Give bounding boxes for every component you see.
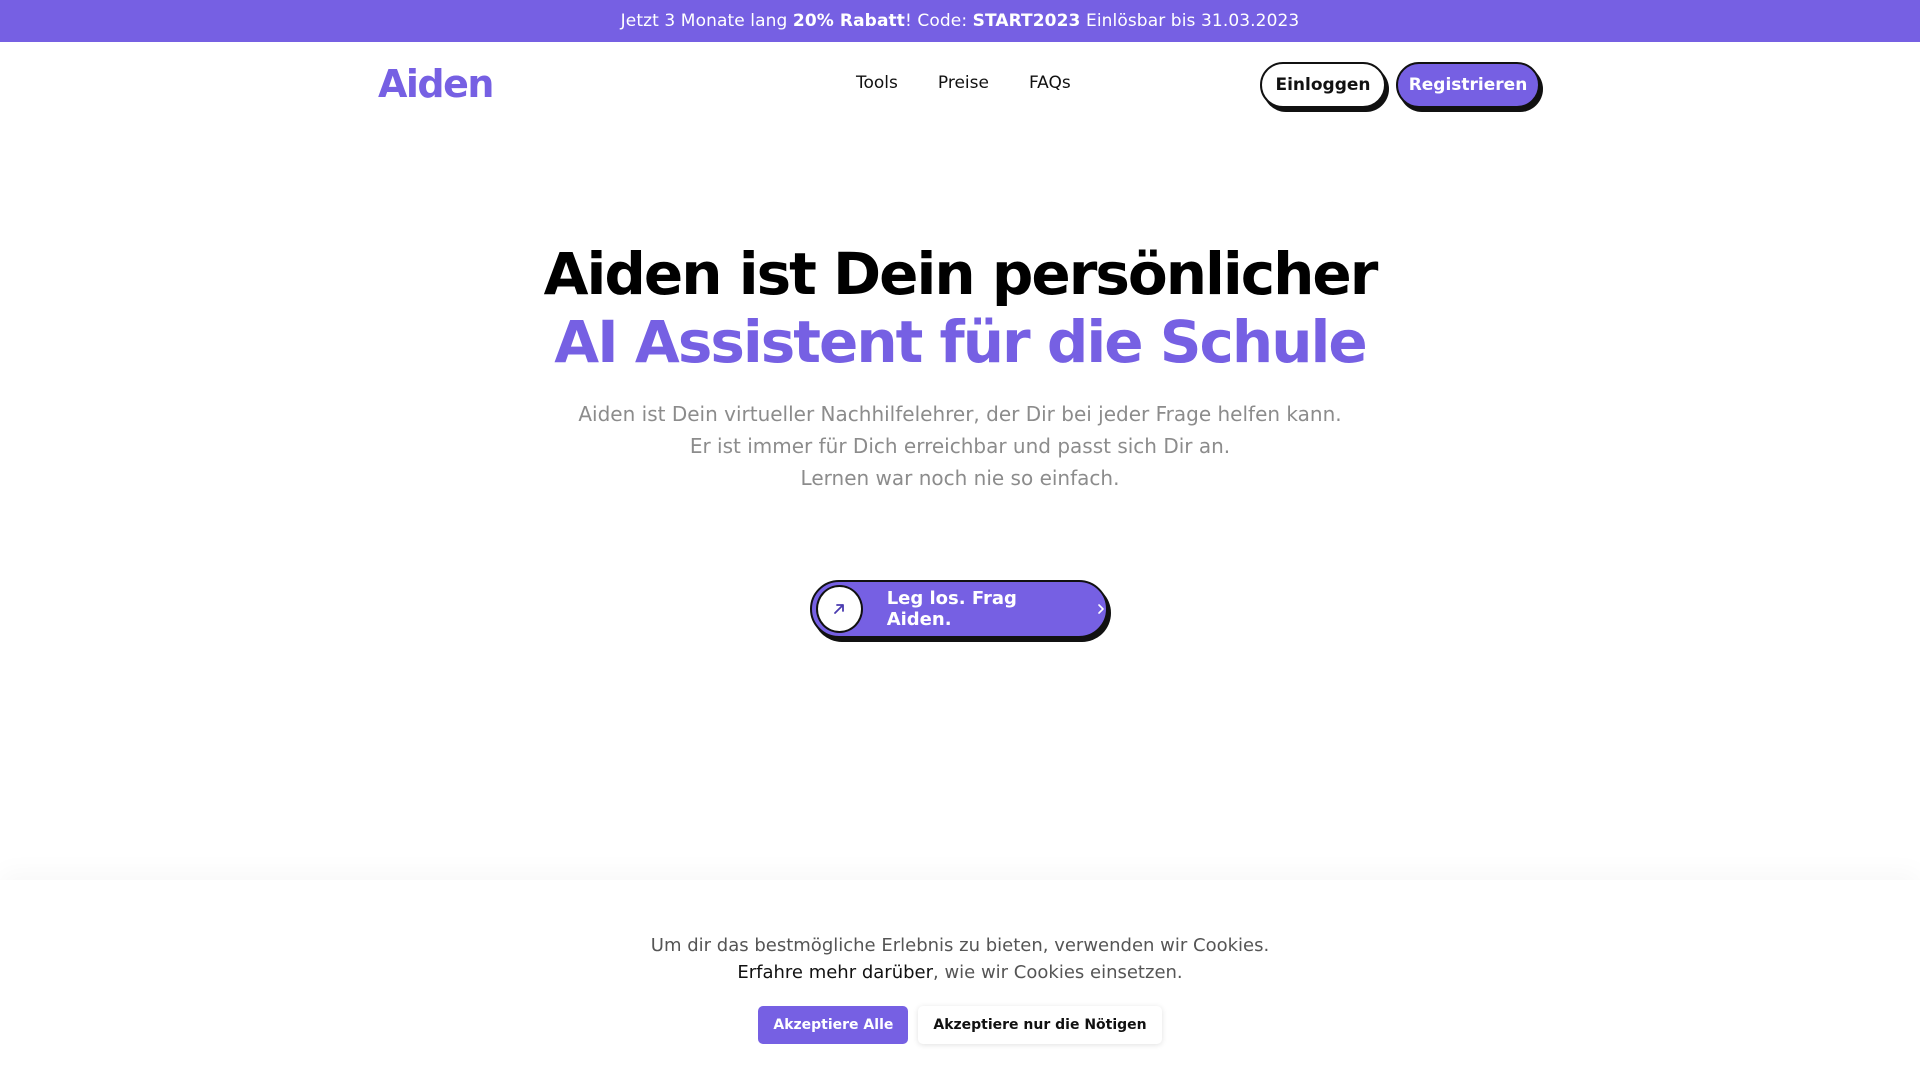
promo-discount: 20% Rabatt (792, 11, 905, 31)
hero-subtitle-line: Er ist immer für Dich erreichbar und pas… (689, 434, 1231, 458)
accept-necessary-button[interactable]: Akzeptiere nur die Nötigen (918, 1006, 1162, 1044)
cta-label: Leg los. Frag Aiden. (886, 588, 1017, 630)
cookie-actions: Akzeptiere Alle Akzeptiere nur die Nötig… (0, 1006, 1920, 1044)
nav-item-preise[interactable]: Preise (938, 70, 989, 96)
cookie-learn-more-link[interactable]: Erfahre mehr darüber (737, 962, 933, 983)
cookie-message: Um dir das bestmögliche Erlebnis zu biet… (0, 932, 1920, 986)
site-header: Aiden Tools Preise FAQs Einloggen Regist… (0, 42, 1920, 126)
main-nav: Tools Preise FAQs (856, 70, 1071, 96)
logo[interactable]: Aiden (378, 62, 494, 106)
cookie-banner: Um dir das bestmögliche Erlebnis zu biet… (0, 880, 1920, 1080)
hero-subtitle: Aiden ist Dein virtueller Nachhilfelehre… (0, 398, 1920, 494)
promo-text-end: Einlösbar bis 31.03.2023 (1080, 11, 1300, 31)
nav-item-faqs[interactable]: FAQs (1029, 70, 1071, 96)
chevron-right-icon (1096, 600, 1106, 619)
nav-item-tools[interactable]: Tools (856, 70, 898, 96)
promo-text-code-label: ! Code: (904, 11, 973, 31)
hero-subtitle-line: Lernen war noch nie so einfach. (800, 466, 1120, 490)
hero-subtitle-line: Aiden ist Dein virtueller Nachhilfelehre… (578, 402, 1342, 426)
cookie-message-line1: Um dir das bestmögliche Erlebnis zu biet… (650, 935, 1270, 956)
hero-title-line1: Aiden ist Dein persönlicher (543, 240, 1379, 308)
cookie-message-line2-rest: , wie wir Cookies einsetzen. (933, 962, 1183, 983)
hero-section: Aiden ist Dein persönlicher AI Assistent… (0, 240, 1920, 494)
promo-text-start: Jetzt 3 Monate lang (620, 11, 793, 31)
promo-banner: Jetzt 3 Monate lang 20% Rabatt! Code: ST… (0, 0, 1920, 42)
login-button[interactable]: Einloggen (1260, 62, 1386, 108)
register-button[interactable]: Registrieren (1396, 62, 1540, 108)
accept-all-button[interactable]: Akzeptiere Alle (758, 1006, 909, 1044)
cookie-message-line2: Erfahre mehr darüber, wie wir Cookies ei… (0, 959, 1920, 986)
arrow-up-right-icon (816, 585, 863, 633)
hero-title-line2: AI Assistent für die Schule (554, 308, 1367, 376)
cta-button[interactable]: Leg los. Frag Aiden. (810, 580, 1108, 638)
promo-code: START2023 (972, 11, 1081, 31)
